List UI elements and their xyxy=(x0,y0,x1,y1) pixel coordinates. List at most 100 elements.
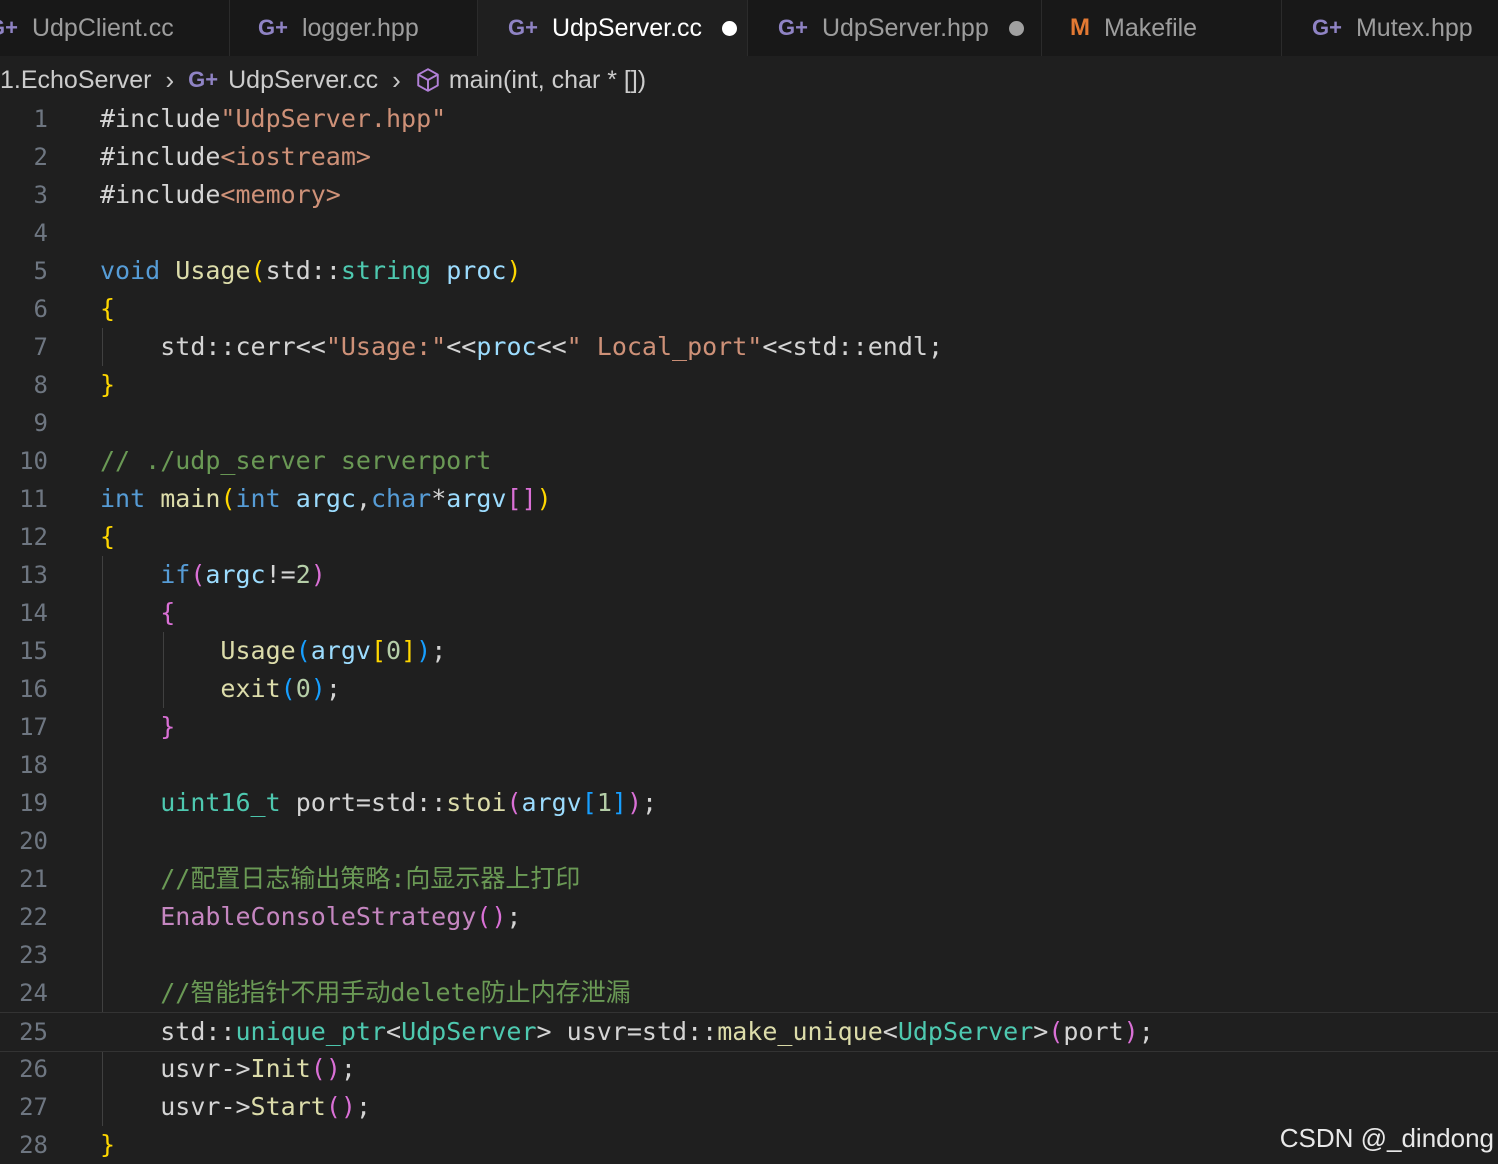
code-line[interactable]: 5 void Usage(std::string proc) xyxy=(0,252,1498,290)
cpp-file-icon: G+ xyxy=(508,15,538,40)
code-line[interactable]: 21 //配置日志输出策略:向显示器上打印 xyxy=(0,860,1498,898)
code-text[interactable]: } xyxy=(100,366,115,404)
cpp-file-icon: G+ xyxy=(778,15,808,40)
code-line[interactable]: 19 uint16_t port=std::stoi(argv[1]); xyxy=(0,784,1498,822)
tab-mutex-hpp[interactable]: G+ Mutex.hpp xyxy=(1282,0,1498,56)
code-text[interactable]: if(argc!=2) xyxy=(100,556,326,594)
method-cube-icon xyxy=(417,68,439,92)
cpp-file-icon: G+ xyxy=(0,15,18,40)
line-number: 16 xyxy=(19,675,48,703)
code-line[interactable]: 23 xyxy=(0,936,1498,974)
line-number: 1 xyxy=(33,105,48,133)
line-number: 25 xyxy=(19,1018,48,1046)
line-number: 7 xyxy=(33,333,48,361)
tab-udpserver-hpp[interactable]: G+ UdpServer.hpp xyxy=(748,0,1042,56)
code-text[interactable]: //智能指针不用手动delete防止内存泄漏 xyxy=(100,974,630,1012)
code-line[interactable]: 12 { xyxy=(0,518,1498,556)
cpp-file-icon: G+ xyxy=(1312,15,1342,40)
breadcrumb-file[interactable]: UdpServer.cc xyxy=(228,66,378,95)
tab-label: Mutex.hpp xyxy=(1355,13,1473,42)
code-line[interactable]: 24 //智能指针不用手动delete防止内存泄漏 xyxy=(0,974,1498,1012)
code-line[interactable]: 22 EnableConsoleStrategy(); xyxy=(0,898,1498,936)
line-number: 13 xyxy=(19,561,48,589)
code-line[interactable]: 4 xyxy=(0,214,1498,252)
code-line[interactable]: 11 int main(int argc,char*argv[]) xyxy=(0,480,1498,518)
code-line[interactable]: 6{ xyxy=(0,290,1498,328)
code-text[interactable]: usvr->Start(); xyxy=(100,1088,371,1126)
tab-makefile[interactable]: M Makefile xyxy=(1042,0,1282,56)
cpp-file-icon: G+ xyxy=(188,67,219,92)
code-text[interactable]: { xyxy=(100,594,175,632)
line-number: 15 xyxy=(19,637,48,665)
code-text[interactable]: EnableConsoleStrategy(); xyxy=(100,898,521,936)
code-text[interactable]: #include<iostream> xyxy=(100,138,371,176)
code-text[interactable]: uint16_t port=std::stoi(argv[1]); xyxy=(100,784,657,822)
line-number: 22 xyxy=(19,903,48,931)
code-line[interactable]: 18 xyxy=(0,746,1498,784)
code-line[interactable]: 16 exit(0); xyxy=(0,670,1498,708)
line-number: 21 xyxy=(19,865,48,893)
makefile-icon: M xyxy=(1070,14,1090,41)
line-number: 20 xyxy=(19,827,48,855)
line-number: 10 xyxy=(19,447,48,475)
tab-udpserver-cc[interactable]: G+ UdpServer.cc xyxy=(478,0,748,56)
code-text[interactable]: std::unique_ptr<UdpServer> usvr=std::mak… xyxy=(100,1013,1154,1051)
line-number: 24 xyxy=(19,979,48,1007)
line-number: 27 xyxy=(19,1093,48,1121)
code-line[interactable]: 14 { xyxy=(0,594,1498,632)
code-line[interactable]: 9 xyxy=(0,404,1498,442)
code-text[interactable]: #include"UdpServer.hpp" xyxy=(100,100,446,138)
code-line[interactable]: 17 } xyxy=(0,708,1498,746)
line-number: 28 xyxy=(19,1131,48,1159)
line-number: 17 xyxy=(19,713,48,741)
code-line[interactable]: 10 // ./udp_server serverport xyxy=(0,442,1498,480)
code-line[interactable]: 13 if(argc!=2) xyxy=(0,556,1498,594)
code-line[interactable]: 20 xyxy=(0,822,1498,860)
breadcrumb-folder[interactable]: 1.EchoServer xyxy=(0,66,151,95)
code-editor[interactable]: 1 #include"UdpServer.hpp" 2 #include<iostre… xyxy=(0,100,1498,1164)
code-text[interactable]: std::cerr<<"Usage:"<<proc<<" Local_port"… xyxy=(100,328,943,366)
code-line[interactable]: 8} xyxy=(0,366,1498,404)
code-line[interactable]: 3 #include<memory> xyxy=(0,176,1498,214)
line-number: 4 xyxy=(33,219,48,247)
tab-label: UdpServer.hpp xyxy=(821,13,989,42)
line-number: 2 xyxy=(33,143,48,171)
chevron-right-icon: › xyxy=(165,64,175,95)
code-text[interactable]: usvr->Init(); xyxy=(100,1050,356,1088)
code-text[interactable]: //配置日志输出策略:向显示器上打印 xyxy=(100,860,580,898)
unsaved-dot-icon[interactable] xyxy=(1008,20,1024,36)
line-number: 11 xyxy=(19,485,48,513)
breadcrumb-symbol[interactable]: main(int, char * []) xyxy=(449,66,646,95)
editor-tab-bar: G+ UdpClient.cc G+ logger.hpp G+ UdpServ… xyxy=(0,0,1498,56)
code-line[interactable]: 7 std::cerr<<"Usage:"<<proc<<" Local_por… xyxy=(0,328,1498,366)
code-line[interactable]: 27 usvr->Start(); xyxy=(0,1088,1498,1126)
tab-logger-hpp[interactable]: G+ logger.hpp xyxy=(230,0,478,56)
code-text[interactable]: // ./udp_server serverport xyxy=(100,442,491,480)
csdn-watermark: CSDN @_dindong xyxy=(1279,1123,1494,1153)
code-line[interactable]: 15 Usage(argv[0]); xyxy=(0,632,1498,670)
code-text[interactable]: Usage(argv[0]); xyxy=(100,632,446,670)
code-text[interactable]: } xyxy=(100,708,175,746)
line-number: 9 xyxy=(33,409,48,437)
tab-udpclient-cc[interactable]: G+ UdpClient.cc xyxy=(0,0,230,56)
line-number: 18 xyxy=(19,751,48,779)
line-number: 5 xyxy=(33,257,48,285)
code-text[interactable]: { xyxy=(100,290,115,328)
code-line[interactable]: 25 std::unique_ptr<UdpServer> usvr=std::… xyxy=(0,1012,1498,1052)
line-number: 3 xyxy=(33,181,48,209)
code-text[interactable]: exit(0); xyxy=(100,670,340,708)
code-text[interactable]: { xyxy=(100,518,115,556)
code-text[interactable]: } xyxy=(100,1126,115,1164)
code-line[interactable]: 26 usvr->Init(); xyxy=(0,1050,1498,1088)
code-text[interactable]: int main(int argc,char*argv[]) xyxy=(100,480,552,518)
code-text[interactable]: void Usage(std::string proc) xyxy=(100,252,522,290)
unsaved-dot-icon[interactable] xyxy=(722,20,738,36)
code-line[interactable]: 28} xyxy=(0,1126,1498,1164)
line-number: 12 xyxy=(19,523,48,551)
line-number: 23 xyxy=(19,941,48,969)
line-number: 14 xyxy=(19,599,48,627)
code-text[interactable]: #include<memory> xyxy=(100,176,341,214)
code-line[interactable]: 2 #include<iostream> xyxy=(0,138,1498,176)
tab-label: UdpServer.cc xyxy=(551,13,703,42)
code-line[interactable]: 1 #include"UdpServer.hpp" xyxy=(0,100,1498,138)
